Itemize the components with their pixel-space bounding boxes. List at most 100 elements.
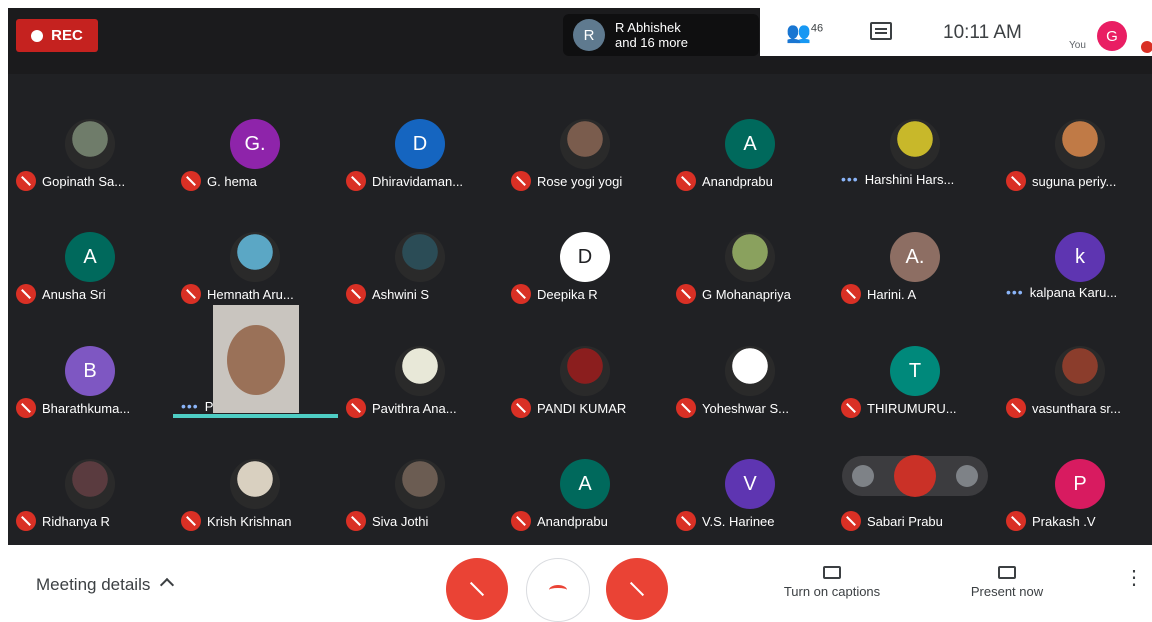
- participant-name: Anandprabu: [537, 513, 608, 529]
- mic-off-icon: [16, 284, 36, 304]
- meeting-details-label: Meeting details: [36, 575, 151, 594]
- participant-tile[interactable]: Siva Jothi: [338, 449, 502, 559]
- participant-name-row: Siva Jothi: [346, 511, 428, 531]
- self-avatar[interactable]: G: [1097, 21, 1127, 51]
- participant-name-row: PANDI KUMAR: [511, 398, 626, 418]
- mic-off-icon: [16, 398, 36, 418]
- participant-tile[interactable]: V V.S. Harinee: [668, 449, 832, 559]
- participant-avatar: [1055, 346, 1105, 396]
- participant-name: Hemnath Aru...: [207, 286, 294, 302]
- active-speaker-panel[interactable]: R R Abhishek and 16 more: [563, 14, 759, 56]
- participant-tile[interactable]: PANDI KUMAR: [503, 336, 667, 446]
- speaking-indicator-icon: •••: [1006, 284, 1024, 300]
- participant-tile[interactable]: A. Harini. A: [833, 222, 997, 332]
- participant-tile[interactable]: A Anusha Sri: [8, 222, 172, 332]
- participant-name-row: suguna periy...: [1006, 171, 1116, 191]
- participant-name: Ashwini S: [372, 286, 430, 302]
- people-count: 46: [810, 22, 824, 35]
- camera-toggle-button[interactable]: [606, 558, 668, 620]
- participant-name: G Mohanapriya: [702, 286, 791, 302]
- speaking-indicator-icon: •••: [841, 171, 859, 187]
- participant-name: G. hema: [207, 173, 257, 189]
- participant-tile[interactable]: Yoheshwar S...: [668, 336, 832, 446]
- participant-name-row: THIRUMURU...: [841, 398, 957, 418]
- participant-avatar: [395, 459, 445, 509]
- participant-tile[interactable]: ••• Harshini Hars...: [833, 109, 997, 219]
- present-button[interactable]: Present now: [967, 566, 1047, 599]
- participant-avatar: [725, 232, 775, 282]
- participant-avatar: [560, 119, 610, 169]
- participant-avatar: [725, 346, 775, 396]
- praveen-video: [213, 305, 299, 413]
- participant-tile[interactable]: Pavithra Ana...: [338, 336, 502, 446]
- participant-name: Krish Krishnan: [207, 513, 292, 529]
- participant-tile[interactable]: Ashwini S: [338, 222, 502, 332]
- mic-off-icon: [676, 511, 696, 531]
- participant-avatar: V: [725, 459, 775, 509]
- participant-tile[interactable]: suguna periy...: [998, 109, 1152, 219]
- mic-off-icon: [16, 171, 36, 191]
- participant-name: Rose yogi yogi: [537, 173, 623, 189]
- participant-name: THIRUMURU...: [867, 400, 957, 416]
- mic-toggle-button[interactable]: [446, 558, 508, 620]
- participant-name-row: Krish Krishnan: [181, 511, 292, 531]
- participant-tile[interactable]: G Mohanapriya: [668, 222, 832, 332]
- participant-name-row: Prakash .V: [1006, 511, 1096, 531]
- participant-tile[interactable]: G. G. hema: [173, 109, 337, 219]
- participant-name: Anandprabu: [702, 173, 773, 189]
- participant-name: vasunthara sr...: [1032, 400, 1121, 416]
- speaking-highlight: [173, 414, 338, 418]
- mic-off-icon: [346, 171, 366, 191]
- mic-off-icon: [1006, 171, 1026, 191]
- participant-name-row: Gopinath Sa...: [16, 171, 125, 191]
- participant-avatar: [560, 346, 610, 396]
- chat-icon[interactable]: [870, 22, 892, 40]
- participant-name: Yoheshwar S...: [702, 400, 789, 416]
- participant-name: Bharathkuma...: [42, 400, 131, 416]
- participant-tile[interactable]: T THIRUMURU...: [833, 336, 997, 446]
- participant-name: Sabari Prabu: [867, 513, 943, 529]
- speaker-name: R Abhishek: [615, 20, 681, 35]
- participant-avatar: T: [890, 346, 940, 396]
- participant-tile[interactable]: P Prakash .V: [998, 449, 1152, 559]
- participant-name-row: G Mohanapriya: [676, 284, 791, 304]
- participant-name-row: Yoheshwar S...: [676, 398, 789, 418]
- participant-name: suguna periy...: [1032, 173, 1117, 189]
- participant-name-row: V.S. Harinee: [676, 511, 775, 531]
- participant-tile[interactable]: Gopinath Sa...: [8, 109, 172, 219]
- participant-tile[interactable]: B Bharathkuma...: [8, 336, 172, 446]
- people-button[interactable]: 👥46: [786, 20, 823, 45]
- participant-tile[interactable]: Rose yogi yogi: [503, 109, 667, 219]
- participant-tile[interactable]: k ••• kalpana Karu...: [998, 222, 1152, 332]
- participant-avatar: [65, 459, 115, 509]
- participant-name-row: ••• kalpana Karu...: [1006, 284, 1117, 300]
- participant-tile[interactable]: vasunthara sr...: [998, 336, 1152, 446]
- participant-name-row: Pavithra Ana...: [346, 398, 457, 418]
- participant-tile[interactable]: Krish Krishnan: [173, 449, 337, 559]
- participant-avatar: [395, 346, 445, 396]
- participant-tile[interactable]: Ridhanya R: [8, 449, 172, 559]
- participant-name: Harini. A: [867, 286, 917, 302]
- participant-tile[interactable]: A Anandprabu: [503, 449, 667, 559]
- mute-participant-icon[interactable]: [894, 455, 936, 497]
- more-options-icon[interactable]: ⋮: [1124, 568, 1144, 588]
- leave-call-button[interactable]: [526, 558, 590, 622]
- mic-off-icon: [841, 398, 861, 418]
- clock: 10:11 AM: [943, 22, 1022, 43]
- participant-name: V.S. Harinee: [702, 513, 775, 529]
- participant-name: Harshini Hars...: [864, 171, 955, 187]
- participant-tile[interactable]: D Dhiravidaman...: [338, 109, 502, 219]
- participant-name-row: Deepika R: [511, 284, 598, 304]
- pin-icon[interactable]: [852, 465, 874, 487]
- phone-hangup-icon: [549, 585, 567, 595]
- mic-off-icon: [346, 511, 366, 531]
- chevron-up-icon: [160, 577, 175, 593]
- meeting-details-button[interactable]: Meeting details: [36, 575, 175, 595]
- participant-tile[interactable]: D Deepika R: [503, 222, 667, 332]
- participant-name: Pavithra Ana...: [372, 400, 457, 416]
- participant-avatar: B: [65, 346, 115, 396]
- participant-tile[interactable]: A Anandprabu: [668, 109, 832, 219]
- mic-off-icon: [511, 284, 531, 304]
- remove-icon[interactable]: [956, 465, 978, 487]
- captions-button[interactable]: Turn on captions: [773, 566, 891, 599]
